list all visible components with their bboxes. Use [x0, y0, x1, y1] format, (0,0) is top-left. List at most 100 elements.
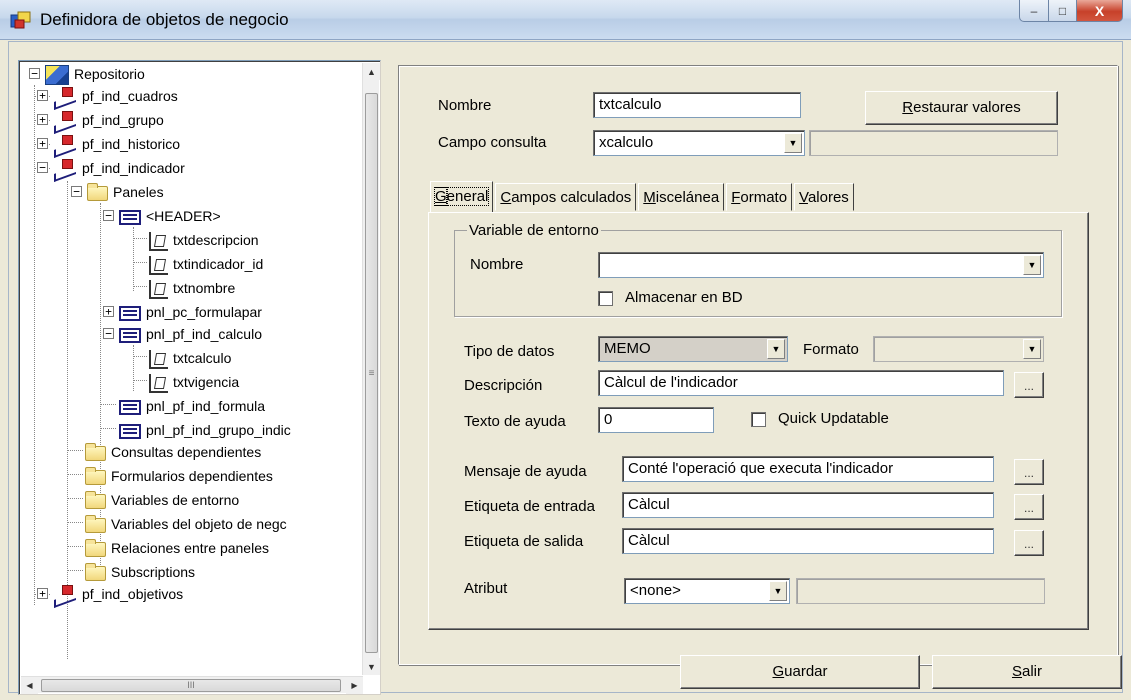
tree-node[interactable]: − Paneles — [71, 181, 164, 203]
tab-general[interactable]: General — [430, 181, 494, 213]
texto-ayuda-input[interactable]: 0 — [598, 407, 714, 433]
collapse-icon[interactable]: − — [103, 210, 114, 221]
tree-node[interactable]: Relaciones entre paneles — [85, 537, 269, 559]
business-object-icon — [53, 159, 77, 179]
collapse-icon[interactable]: − — [103, 328, 114, 339]
panel-icon — [119, 327, 141, 343]
formato-select[interactable]: ▼ — [873, 336, 1044, 362]
expand-icon[interactable]: + — [37, 90, 48, 101]
expand-icon[interactable]: + — [37, 114, 48, 125]
tree-node[interactable]: − pf_ind_indicador — [37, 157, 185, 179]
variable-entorno-group-title: Variable de entorno — [467, 222, 601, 239]
chevron-down-icon[interactable]: ▼ — [769, 581, 787, 601]
hscroll-thumb[interactable]: III — [41, 679, 341, 692]
collapse-icon[interactable]: − — [29, 68, 40, 79]
almacenar-bd-checkbox[interactable] — [598, 291, 613, 306]
panel-icon — [119, 209, 141, 225]
etiqueta-entrada-input[interactable]: Càlcul — [622, 492, 994, 518]
scroll-right-icon[interactable]: ▶ — [346, 677, 363, 694]
campo-consulta-select[interactable]: xcalculo ▼ — [593, 130, 805, 156]
tree-vertical-scrollbar[interactable]: ▲ ≡ ▼ — [362, 63, 380, 675]
folder-icon — [87, 182, 108, 201]
panel-icon — [119, 423, 141, 439]
var-nombre-select[interactable]: ▼ — [598, 252, 1044, 278]
atribut-extra-field — [796, 578, 1045, 604]
expand-icon[interactable]: + — [103, 306, 114, 317]
tree-node[interactable]: Subscriptions — [85, 561, 195, 583]
tree-node[interactable]: txtdescripcion — [149, 229, 259, 251]
etiqueta-salida-input[interactable]: Càlcul — [622, 528, 994, 554]
tree-node[interactable]: + pf_ind_cuadros — [37, 85, 178, 107]
tab-miscelanea[interactable]: Miscelánea — [638, 183, 725, 211]
collapse-icon[interactable]: − — [37, 162, 48, 173]
descripcion-ellipsis-button[interactable]: ... — [1014, 372, 1044, 398]
tree-node-repositorio[interactable]: − Repositorio — [29, 63, 145, 86]
expand-icon[interactable]: + — [37, 588, 48, 599]
nombre-input[interactable]: txtcalculo — [593, 92, 801, 118]
tree-node[interactable]: + pnl_pc_formulapar — [103, 301, 262, 323]
tree-node[interactable]: Variables de entorno — [85, 489, 239, 511]
expand-icon[interactable]: + — [37, 138, 48, 149]
tab-campos-calculados[interactable]: Campos calculados — [495, 183, 637, 211]
restaurar-valores-button[interactable]: Restaurar valores — [865, 91, 1058, 125]
salir-button[interactable]: Salir — [932, 655, 1122, 689]
atribut-label: Atribut — [464, 580, 508, 597]
minimize-button[interactable]: – — [1019, 0, 1049, 22]
tree-node[interactable]: − <HEADER> — [103, 205, 221, 227]
descripcion-label: Descripción — [464, 377, 543, 394]
scroll-left-icon[interactable]: ◀ — [21, 677, 38, 694]
chevron-down-icon[interactable]: ▼ — [767, 339, 785, 359]
folder-icon — [85, 562, 106, 581]
etiqueta-entrada-ellipsis-button[interactable]: ... — [1014, 494, 1044, 520]
folder-icon — [85, 466, 106, 485]
tree-node[interactable]: Variables del objeto de negc — [85, 513, 287, 535]
field-icon — [149, 255, 168, 275]
etiqueta-salida-label: Etiqueta de salida — [464, 533, 584, 550]
tree-horizontal-scrollbar[interactable]: ◀ III ▶ — [21, 676, 363, 694]
tree-node-selected[interactable]: txtcalculo — [149, 347, 231, 369]
tree-node[interactable]: Consultas dependientes — [85, 441, 261, 463]
tree-node[interactable]: + pf_ind_historico — [37, 133, 180, 155]
mensaje-ayuda-ellipsis-button[interactable]: ... — [1014, 459, 1044, 485]
etiqueta-salida-ellipsis-button[interactable]: ... — [1014, 530, 1044, 556]
folder-icon — [85, 538, 106, 557]
mensaje-ayuda-input[interactable]: Conté l'operació que executa l'indicador — [622, 456, 994, 482]
tree-node[interactable]: − pnl_pf_ind_calculo — [103, 323, 262, 345]
tipo-datos-select[interactable]: MEMO ▼ — [598, 336, 788, 362]
minimize-icon: – — [1030, 3, 1038, 18]
tree-node[interactable]: pnl_pf_ind_formula — [119, 395, 265, 417]
var-nombre-label: Nombre — [470, 256, 524, 273]
business-object-icon — [53, 87, 77, 107]
scroll-thumb[interactable]: ≡ — [365, 93, 378, 653]
descripcion-input[interactable]: Càlcul de l'indicador — [598, 370, 1004, 396]
tab-valores[interactable]: Valores — [794, 183, 854, 211]
maximize-button[interactable]: □ — [1049, 0, 1077, 22]
panel-icon — [119, 305, 141, 321]
close-icon: X — [1094, 2, 1105, 19]
tree-node[interactable]: txtvigencia — [149, 371, 239, 393]
tree-node[interactable]: txtnombre — [149, 277, 235, 299]
business-object-icon — [53, 135, 77, 155]
guardar-button[interactable]: Guardar — [680, 655, 920, 689]
tree-node[interactable]: txtindicador_id — [149, 253, 263, 275]
field-icon — [149, 231, 168, 251]
close-button[interactable]: X — [1077, 0, 1123, 22]
tree-node[interactable]: pnl_pf_ind_grupo_indic — [119, 419, 291, 441]
folder-icon — [85, 514, 106, 533]
quick-updatable-checkbox[interactable] — [751, 412, 766, 427]
repository-tree[interactable]: − Repositorio + pf_ind_cuadros + pf_ind_… — [21, 63, 363, 675]
chevron-down-icon[interactable]: ▼ — [1023, 255, 1041, 275]
tree-node[interactable]: + pf_ind_objetivos — [37, 583, 183, 605]
scroll-up-icon[interactable]: ▲ — [363, 63, 380, 80]
tree-node[interactable]: Formularios dependientes — [85, 465, 273, 487]
tipo-datos-label: Tipo de datos — [464, 343, 555, 360]
scroll-down-icon[interactable]: ▼ — [363, 658, 380, 675]
collapse-icon[interactable]: − — [71, 186, 82, 197]
chevron-down-icon[interactable]: ▼ — [784, 133, 802, 153]
tree-node[interactable]: + pf_ind_grupo — [37, 109, 164, 131]
atribut-select[interactable]: <none> ▼ — [624, 578, 790, 604]
field-icon — [149, 373, 168, 393]
business-object-icon — [53, 585, 77, 605]
tab-formato[interactable]: Formato — [726, 183, 793, 211]
chevron-down-icon[interactable]: ▼ — [1023, 339, 1041, 359]
